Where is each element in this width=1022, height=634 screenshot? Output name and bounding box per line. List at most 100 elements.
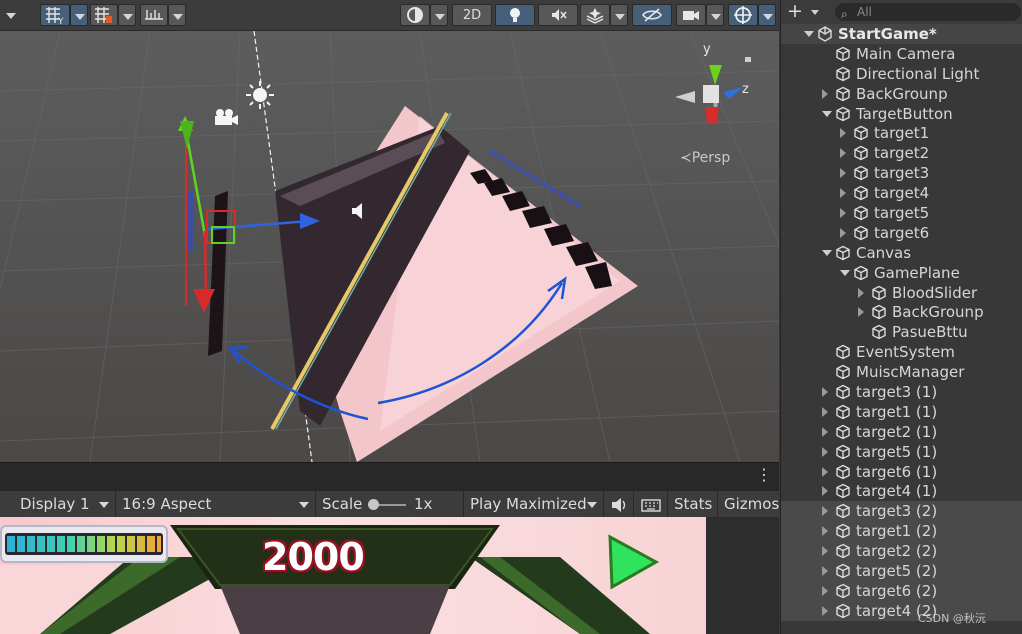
effects-dropdown[interactable] [610,4,628,26]
scale-slider-handle[interactable] [368,499,379,510]
grid-snap-dropdown[interactable] [70,4,88,26]
chevron-down-icon[interactable] [840,269,850,276]
hierarchy-item[interactable]: target4 [781,183,1022,203]
chevron-right-icon[interactable] [840,208,846,219]
chevron-right-icon[interactable] [840,148,846,159]
chevron-down-icon[interactable] [804,31,814,37]
chevron-right-icon[interactable] [822,486,828,497]
chevron-right-icon[interactable] [822,387,828,398]
align-snap-dropdown[interactable] [168,4,186,26]
hierarchy-item[interactable]: target3 (2) [781,501,1022,522]
chevron-right-icon[interactable] [822,566,828,577]
hierarchy-item-label: target1 (2) [856,522,938,541]
stats-button[interactable]: Stats [668,491,718,518]
hierarchy-item-label: PasueBttu [892,323,968,342]
hierarchy-item[interactable]: Canvas [781,243,1022,263]
hierarchy-item[interactable]: target6 [781,223,1022,243]
effects-button[interactable] [580,4,610,26]
2d-toggle-button[interactable]: 2D [452,4,492,26]
hierarchy-item[interactable]: target6 (2) [781,580,1022,601]
align-snap-button[interactable] [140,4,168,26]
hierarchy-item[interactable]: target2 (1) [781,422,1022,442]
chevron-right-icon[interactable] [822,446,828,457]
hierarchy-item[interactable]: target1 (1) [781,402,1022,422]
chevron-right-icon[interactable] [840,128,846,139]
hierarchy-item[interactable]: target2 (2) [781,541,1022,562]
hierarchy-item-label: BloodSlider [892,283,978,302]
hierarchy-item[interactable]: EventSystem [781,342,1022,362]
hierarchy-item[interactable]: Directional Light [781,64,1022,84]
chevron-right-icon[interactable] [840,188,846,199]
hierarchy-item[interactable]: BackGrounp [781,84,1022,104]
gizmos-toggle-button[interactable] [728,4,758,26]
gameobject-cube-icon [854,185,868,201]
game-view[interactable]: 2000 [0,517,779,634]
hierarchy-item[interactable]: MuiscManager [781,362,1022,382]
play-mode-dropdown[interactable]: Play Maximized [464,491,604,518]
camera-settings-dropdown[interactable] [706,4,724,26]
hierarchy-item[interactable]: target5 [781,203,1022,223]
more-options-icon[interactable]: ⋮ [756,467,772,483]
hierarchy-item[interactable]: target3 (1) [781,382,1022,402]
shortcut-keyboard-button[interactable] [634,491,668,518]
gizmos-dropdown[interactable] [758,4,776,26]
scene-visibility-button[interactable] [632,4,672,26]
draw-mode-button[interactable] [400,4,430,26]
gameobject-cube-icon [836,563,850,579]
lighting-toggle-button[interactable] [495,4,535,26]
chevron-right-icon[interactable] [858,287,864,298]
chevron-right-icon[interactable] [840,168,846,179]
hierarchy-item-label: target5 [874,204,930,223]
chevron-down-icon[interactable] [822,249,832,256]
hierarchy-scene-root[interactable]: StartGame* [781,24,1022,44]
grid-snap-button[interactable]: Y [40,4,70,27]
chevron-right-icon[interactable] [858,307,864,318]
draw-mode-dropdown[interactable] [430,4,448,26]
gizmo-globe-icon [734,6,752,24]
blood-bar-fill [7,536,161,552]
chevron-down-icon[interactable] [811,10,819,15]
hierarchy-item[interactable]: BloodSlider [781,283,1022,303]
hierarchy-item[interactable]: Main Camera [781,44,1022,64]
chevron-right-icon[interactable] [822,526,828,537]
hierarchy-item[interactable]: target2 [781,143,1022,163]
scene-view[interactable]: Y 2D y z ≺Persp [0,0,779,462]
projection-toggle[interactable]: ≺Persp [680,150,730,166]
chevron-right-icon[interactable] [822,585,828,596]
audio-toggle-button[interactable] [538,4,578,26]
hierarchy-item[interactable]: target1 [781,123,1022,143]
chevron-right-icon[interactable] [822,506,828,517]
hierarchy-search-input[interactable]: ⌕ All [835,3,1021,21]
hierarchy-item[interactable]: PasueBttu [781,322,1022,342]
orientation-gizmo[interactable] [665,47,775,147]
chevron-right-icon[interactable] [822,88,828,99]
chevron-left-icon: ≺ [680,150,692,166]
chevron-down-icon[interactable] [822,110,832,117]
chevron-right-icon[interactable] [822,406,828,417]
chevron-right-icon[interactable] [840,227,846,238]
chevron-right-icon[interactable] [822,546,828,557]
scene-viewport[interactable]: y z ≺Persp [0,31,779,462]
camera-settings-button[interactable] [676,4,706,26]
chevron-right-icon[interactable] [822,426,828,437]
mute-audio-button[interactable] [604,491,634,518]
aspect-dropdown[interactable]: 16:9 Aspect [116,491,316,518]
increment-snap-dropdown[interactable] [118,4,136,26]
overflow-dropdown[interactable] [2,4,16,26]
hierarchy-item[interactable]: target3 [781,163,1022,183]
hierarchy-item[interactable]: target5 (2) [781,561,1022,581]
hierarchy-item[interactable]: target6 (1) [781,462,1022,482]
gizmos-button[interactable]: Gizmos [718,491,779,518]
hierarchy-item[interactable]: target1 (2) [781,521,1022,542]
increment-snap-button[interactable] [90,4,118,26]
display-dropdown[interactable]: Display 1 [14,491,116,518]
hierarchy-item[interactable]: BackGrounp [781,302,1022,322]
add-object-button[interactable]: + [787,1,803,21]
hierarchy-item[interactable]: target4 (1) [781,481,1022,501]
gameobject-cube-icon [854,165,868,181]
chevron-right-icon[interactable] [822,605,828,616]
hierarchy-item[interactable]: TargetButton [781,104,1022,124]
hierarchy-item[interactable]: GamePlane [781,263,1022,283]
chevron-right-icon[interactable] [822,466,828,477]
hierarchy-item[interactable]: target5 (1) [781,442,1022,462]
